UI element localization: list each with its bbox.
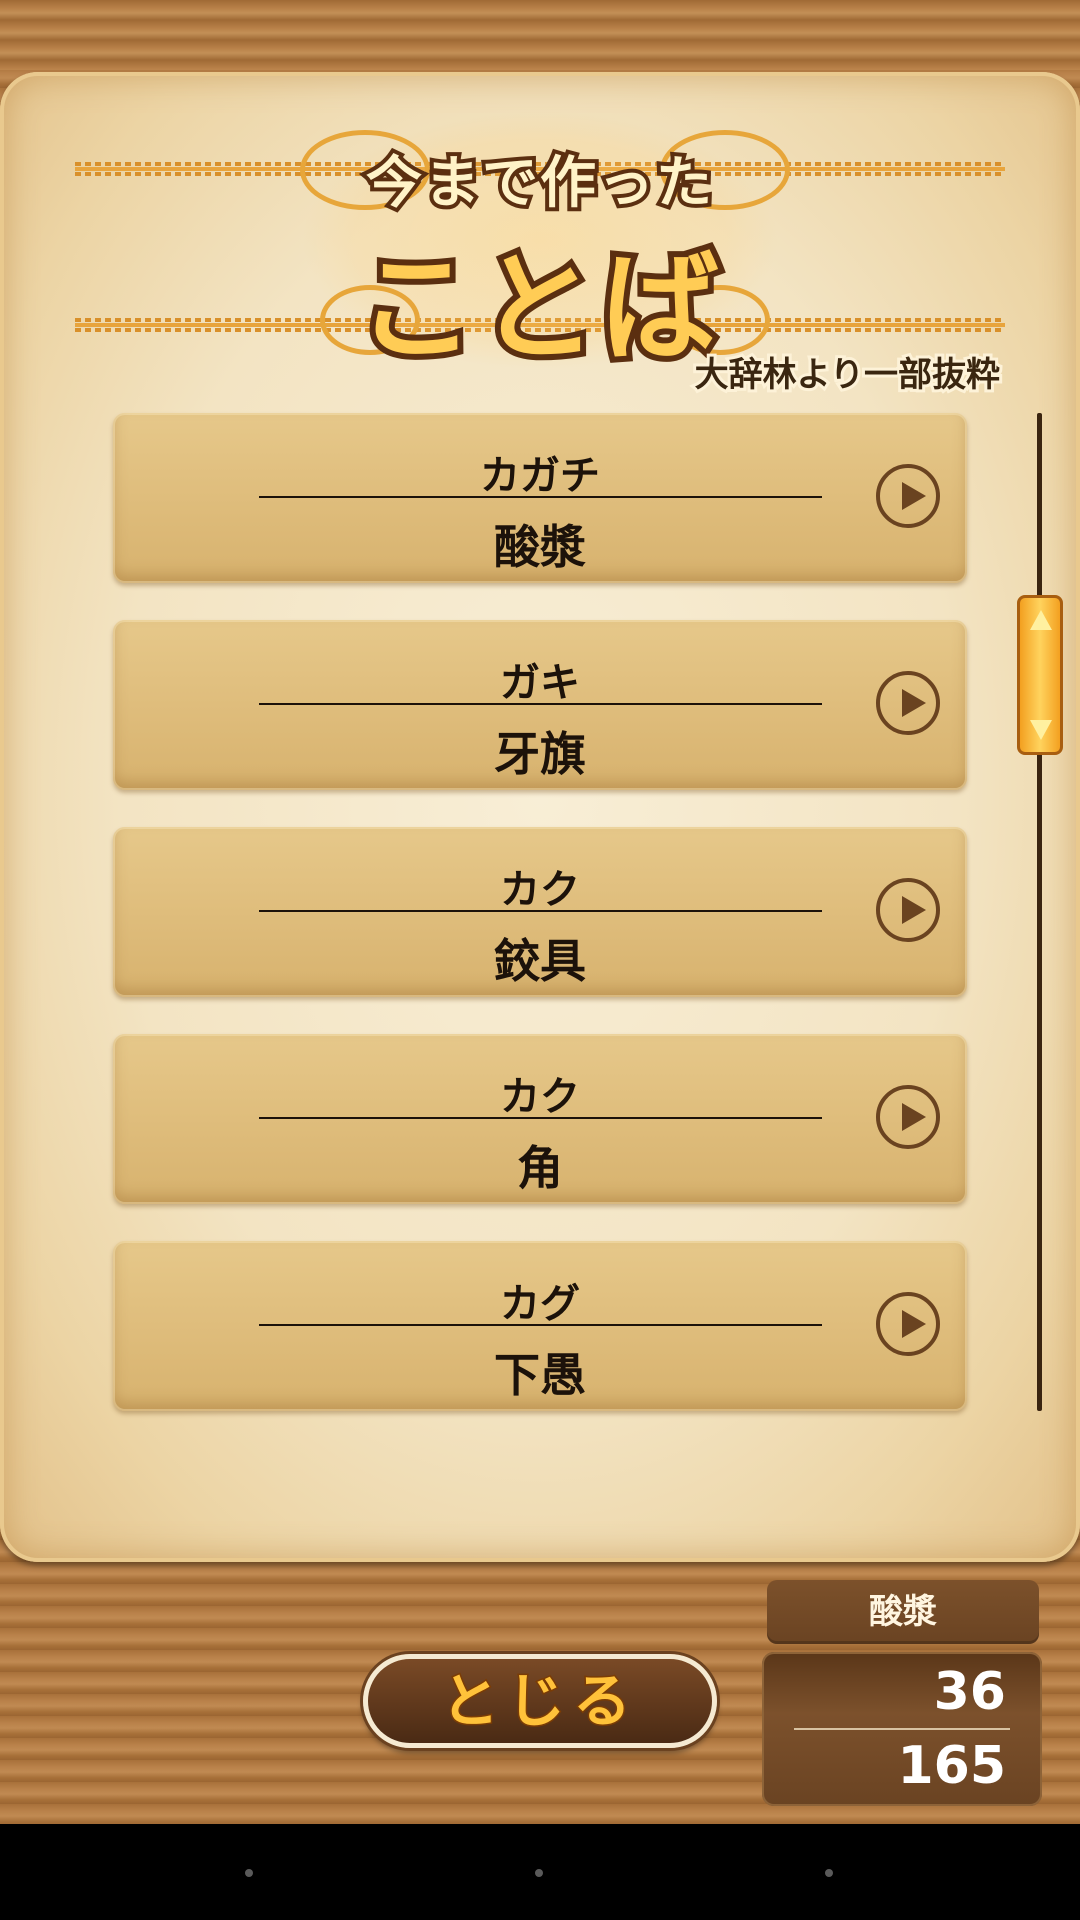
word-reading: カク [500,867,580,913]
word-reading: ガキ [500,660,580,706]
arrow-up-icon [1030,610,1052,630]
title-banner: 今まで作った ことば 大辞林より一部抜粋 [0,100,1080,398]
play-icon[interactable] [876,1085,940,1149]
wood-header-strip [0,0,1080,70]
nav-dot-left[interactable] [245,1869,253,1877]
word-list: カガチ 酸漿 ガキ 牙旗 カク 鉸具 カク 角 カグ 下愚 [113,413,967,1448]
word-reading: カク [500,1074,580,1120]
divider [259,703,822,705]
list-item[interactable]: ガキ 牙旗 [113,620,967,790]
current-count: 36 [933,1662,1006,1722]
close-button[interactable]: とじる [363,1654,717,1748]
word-reading: カグ [500,1281,580,1327]
play-icon[interactable] [876,878,940,942]
counter-divider [794,1728,1010,1730]
word-counter: 36 165 [762,1652,1042,1806]
subtitle: 大辞林より一部抜粋 [692,352,1003,398]
word-kanji: 酸漿 [494,520,586,574]
word-reading: カガチ [480,453,600,499]
word-kanji: 角 [517,1141,563,1195]
list-item[interactable]: カク 鉸具 [113,827,967,997]
list-item[interactable]: カク 角 [113,1034,967,1204]
divider [259,1324,822,1326]
nav-dot-center[interactable] [535,1869,543,1877]
title-upper: 今まで作った [362,147,716,220]
arrow-down-icon [1030,720,1052,740]
play-icon[interactable] [876,1292,940,1356]
play-icon[interactable] [876,464,940,528]
word-kanji: 下愚 [494,1348,586,1402]
selected-word-label: 酸漿 [767,1580,1039,1644]
nav-dot-right[interactable] [825,1869,833,1877]
scrollbar-thumb[interactable] [1017,595,1063,755]
list-item[interactable]: カガチ 酸漿 [113,413,967,583]
scrollbar-track[interactable] [1037,413,1042,1411]
word-kanji: 牙旗 [494,727,586,781]
word-kanji: 鉸具 [494,934,586,988]
divider [259,1117,822,1119]
play-icon[interactable] [876,671,940,735]
divider [259,910,822,912]
list-item[interactable]: カグ 下愚 [113,1241,967,1411]
total-count: 165 [897,1736,1006,1796]
divider [259,496,822,498]
